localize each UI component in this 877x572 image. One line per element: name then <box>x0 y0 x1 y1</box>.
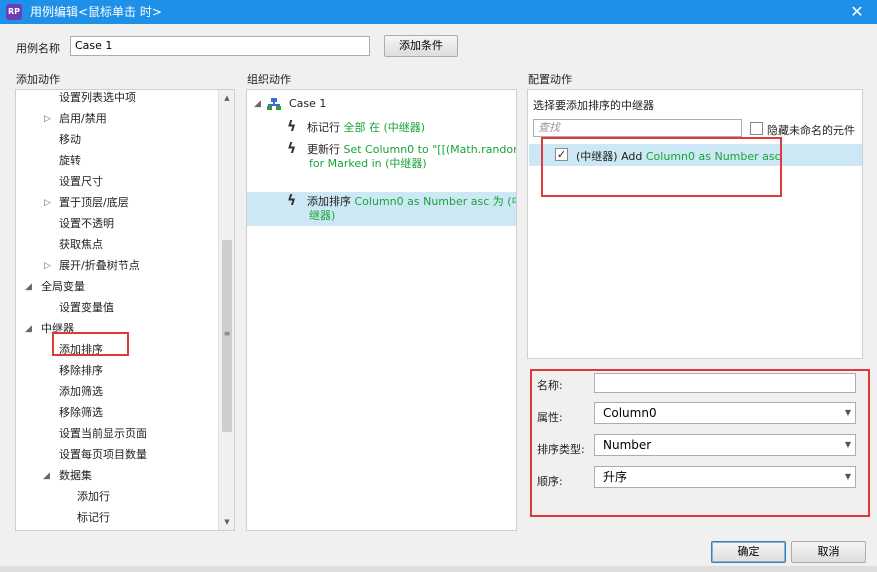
tree-item-enable-disable[interactable]: 启用/禁用 <box>59 109 107 129</box>
action-row-add-sort[interactable]: ϟ 添加排序 Column0 as Number asc 为 (中 继器) <box>247 192 517 226</box>
action-text: 标记行 全部 在 (中继器) <box>307 121 426 134</box>
collapse-arrow-icon[interactable]: ◢ <box>254 94 261 114</box>
action-text: 添加排序 Column0 as Number asc 为 (中 <box>307 195 517 208</box>
scroll-down-icon[interactable]: ▼ <box>219 514 234 530</box>
sort-type-select[interactable]: Number ▼ <box>594 434 856 456</box>
organize-action-tree: ◢ Case 1 ϟ 标记行 全部 在 (中继器) ϟ 更新行 Set Colu… <box>246 89 517 531</box>
repeater-select-panel: 选择要添加排序的中继器 查找 隐藏未命名的元件 ✓ (中继器) Add Colu… <box>527 89 863 359</box>
ok-button[interactable]: 确定 <box>711 541 786 563</box>
repeater-list-item[interactable]: ✓ (中继器) Add Column0 as Number asc <box>529 144 862 166</box>
close-icon[interactable]: ✕ <box>847 1 867 23</box>
organize-action-header: 组织动作 <box>247 73 291 86</box>
hide-unnamed-checkbox[interactable] <box>750 122 763 135</box>
tree-item-bring-front-back[interactable]: 置于顶层/底层 <box>59 193 129 213</box>
tree-item-mark-row[interactable]: 标记行 <box>77 508 110 528</box>
tree-group-global-variables[interactable]: 全局变量 <box>41 277 85 297</box>
add-action-tree: 设置列表选中项 ▷ 启用/禁用 移动 旋转 设置尺寸 ▷ 置于顶层/底层 设置不… <box>15 89 235 531</box>
title-bar: RP 用例编辑<鼠标单击 时> ✕ <box>0 0 877 24</box>
dropdown-arrow-icon: ▼ <box>844 440 851 449</box>
tree-item-set-list-selected[interactable]: 设置列表选中项 <box>59 90 136 108</box>
tree-item-set-opacity[interactable]: 设置不透明 <box>59 214 114 234</box>
add-condition-button[interactable]: 添加条件 <box>384 35 458 57</box>
tree-item-set-size[interactable]: 设置尺寸 <box>59 172 103 192</box>
case-editor-dialog: 用例名称 Case 1 添加条件 添加动作 组织动作 配置动作 设置列表选中项 … <box>0 24 877 572</box>
tree-item-expand-collapse-node[interactable]: 展开/折叠树节点 <box>59 256 140 276</box>
name-input[interactable] <box>594 373 856 393</box>
order-select[interactable]: 升序 ▼ <box>594 466 856 488</box>
tree-item-remove-sort[interactable]: 移除排序 <box>59 361 103 381</box>
property-select[interactable]: Column0 ▼ <box>594 402 856 424</box>
scroll-thumb[interactable]: ≡ <box>222 240 232 432</box>
dropdown-arrow-icon: ▼ <box>844 472 851 481</box>
action-row-mark-row[interactable]: ϟ 标记行 全部 在 (中继器) <box>247 118 516 138</box>
search-input[interactable]: 查找 <box>533 119 742 137</box>
repeater-item-text: (中继器) Add Column0 as Number asc <box>576 150 781 163</box>
action-bolt-icon: ϟ <box>287 119 297 135</box>
configure-action-header: 配置动作 <box>528 73 572 86</box>
action-row-update-row[interactable]: ϟ 更新行 Set Column0 to "[[(Math.random(...… <box>247 140 516 174</box>
expand-arrow-icon[interactable]: ▷ <box>44 193 51 213</box>
collapse-arrow-icon[interactable]: ◢ <box>25 277 32 297</box>
tree-item-set-variable[interactable]: 设置变量值 <box>59 298 114 318</box>
action-text: 更新行 Set Column0 to "[[(Math.random(... <box>307 143 516 156</box>
cancel-button[interactable]: 取消 <box>791 541 866 563</box>
tree-item-add-row[interactable]: 添加行 <box>77 487 110 507</box>
expand-arrow-icon[interactable]: ▷ <box>44 256 51 276</box>
tree-item-remove-filter[interactable]: 移除筛选 <box>59 403 103 423</box>
vertical-scrollbar[interactable]: ▲ ≡ ▼ <box>218 90 234 530</box>
add-action-header: 添加动作 <box>16 73 60 86</box>
case-name-label: 用例名称 <box>16 42 60 55</box>
order-label: 顺序: <box>537 475 563 488</box>
action-detail-line2: 继器) <box>309 209 336 222</box>
axure-app-icon: RP <box>6 4 22 20</box>
tree-item-set-items-per-page[interactable]: 设置每页项目数量 <box>59 445 147 465</box>
tree-item-rotate[interactable]: 旋转 <box>59 151 81 171</box>
tree-item-focus[interactable]: 获取焦点 <box>59 235 103 255</box>
action-detail-line2: for Marked in (中继器) <box>309 157 427 170</box>
grip-icon: ≡ <box>223 329 231 338</box>
action-bolt-icon: ϟ <box>287 193 297 209</box>
property-label: 属性: <box>537 411 563 424</box>
expand-arrow-icon[interactable]: ▷ <box>44 109 51 129</box>
tree-group-repeater[interactable]: 中继器 <box>41 319 74 339</box>
dropdown-arrow-icon: ▼ <box>844 408 851 417</box>
case-node[interactable]: Case 1 <box>289 94 326 114</box>
window-title: 用例编辑<鼠标单击 时> <box>30 5 162 19</box>
tree-item-add-sort[interactable]: 添加排序 <box>59 340 103 360</box>
sort-config-form: 名称: 属性: Column0 ▼ 排序类型: Number ▼ 顺序: 升序 … <box>531 367 863 515</box>
select-repeater-label: 选择要添加排序的中继器 <box>533 99 654 112</box>
sort-type-label: 排序类型: <box>537 443 585 456</box>
action-bolt-icon: ϟ <box>287 141 297 157</box>
collapse-arrow-icon[interactable]: ◢ <box>43 466 50 486</box>
case-tree-icon <box>267 98 281 110</box>
tree-item-set-current-page[interactable]: 设置当前显示页面 <box>59 424 147 444</box>
case-name-input[interactable]: Case 1 <box>70 36 370 56</box>
collapse-arrow-icon[interactable]: ◢ <box>25 319 32 339</box>
tree-group-dataset[interactable]: 数据集 <box>59 466 92 486</box>
footer-divider <box>0 566 877 572</box>
hide-unnamed-label: 隐藏未命名的元件 <box>767 124 855 137</box>
tree-item-add-filter[interactable]: 添加筛选 <box>59 382 103 402</box>
name-label: 名称: <box>537 379 563 392</box>
repeater-checkbox[interactable]: ✓ <box>555 148 568 161</box>
scroll-up-icon[interactable]: ▲ <box>219 90 234 106</box>
tree-item-move[interactable]: 移动 <box>59 130 81 150</box>
